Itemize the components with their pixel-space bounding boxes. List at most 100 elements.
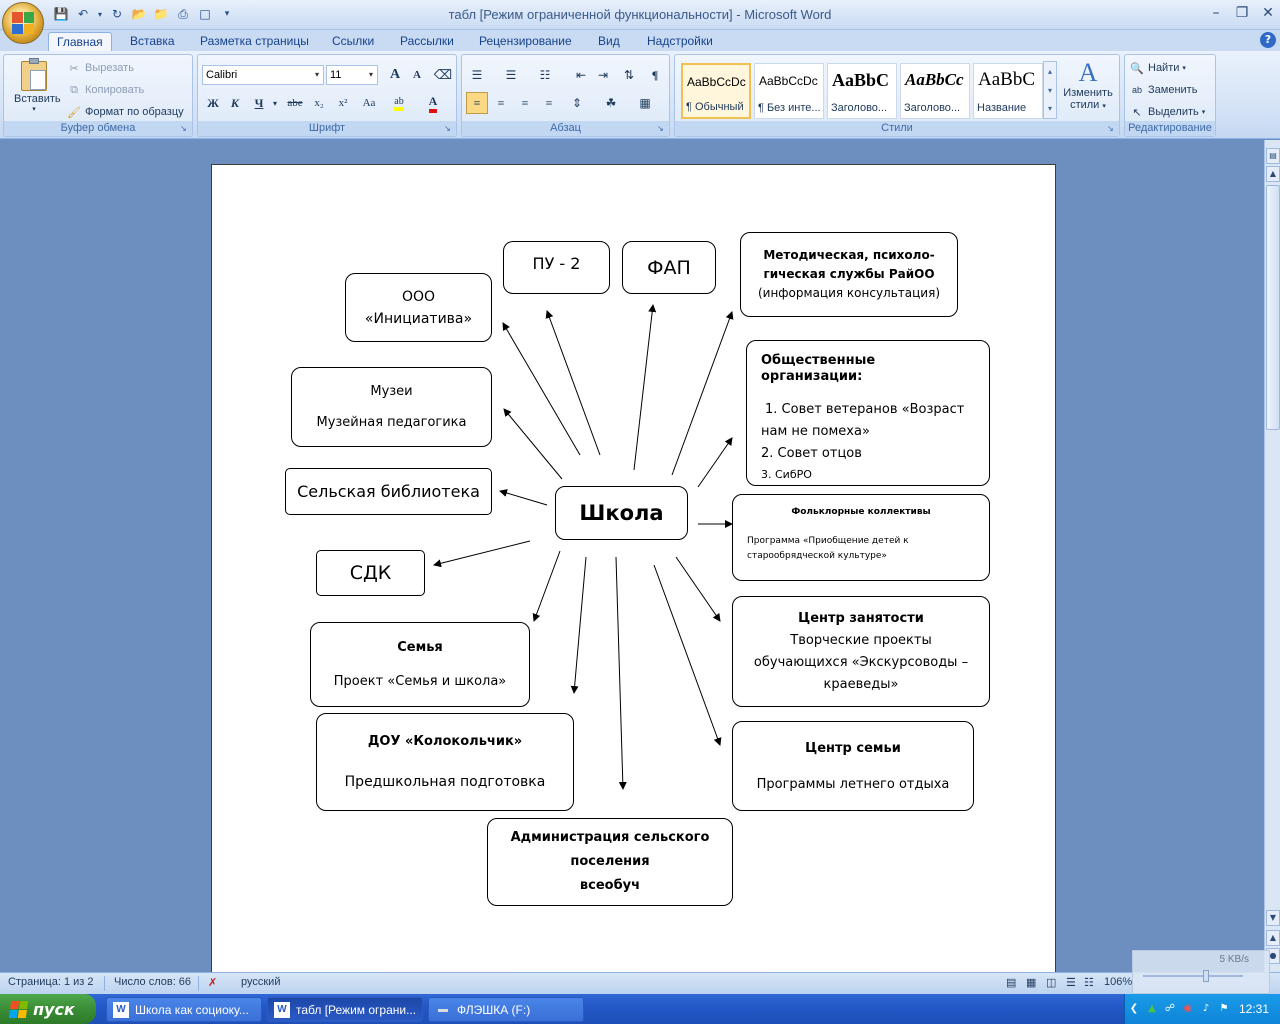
font-size-field[interactable]: 11 ▾ xyxy=(326,65,378,85)
style-heading-2[interactable]: AaBbCc Заголово... xyxy=(900,63,970,119)
shrink-font-button[interactable]: A xyxy=(406,64,428,86)
format-painter-button[interactable]: 🖌 Формат по образцу xyxy=(66,104,184,120)
align-center-icon[interactable]: ≡ xyxy=(490,92,512,114)
replace-button[interactable]: ab Заменить xyxy=(1129,82,1197,98)
subscript-button[interactable]: x₂ xyxy=(308,92,330,114)
tab-home[interactable]: Главная xyxy=(48,32,112,51)
zoom-slider-thumb[interactable] xyxy=(1203,970,1209,982)
ruler-toggle-icon[interactable]: ▤ xyxy=(1266,148,1280,164)
web-layout-icon[interactable]: ◫ xyxy=(1046,976,1056,989)
highlight-icon[interactable]: ab xyxy=(388,92,410,114)
shading-icon[interactable]: ☘ xyxy=(600,92,622,114)
print-layout-icon[interactable]: ▤ xyxy=(1006,976,1016,989)
select-button[interactable]: ↖ Выделить ▾ xyxy=(1129,104,1205,120)
chevron-down-icon[interactable]: ▾ xyxy=(270,92,280,114)
more-icon[interactable]: ▾ xyxy=(1044,100,1056,118)
node-public-orgs-item3: 3. СибРО xyxy=(761,468,812,481)
sort-icon[interactable]: ⇅ xyxy=(618,64,640,86)
bold-button[interactable]: Ж xyxy=(202,92,224,114)
paste-button[interactable]: Вставить ▾ xyxy=(14,58,61,119)
security-icon[interactable]: ⚑ xyxy=(1217,1002,1231,1016)
chevron-up-icon[interactable]: ▴ xyxy=(1044,62,1056,81)
underline-button[interactable]: Ч xyxy=(248,92,270,114)
scroll-up-icon[interactable]: ▲ xyxy=(1266,166,1280,182)
tray-expand-icon[interactable]: ❮ xyxy=(1127,1002,1141,1016)
zoom-slider-track[interactable] xyxy=(1143,975,1243,977)
taskbar-item-word-1[interactable]: W Школа как социоку... xyxy=(106,997,262,1022)
language[interactable]: русский xyxy=(241,976,280,988)
antivirus-icon[interactable]: ◉ xyxy=(1181,1002,1195,1016)
style-no-spacing[interactable]: AaBbCcDc ¶ Без инте... xyxy=(754,63,824,119)
node-admin: Администрация сельского поселения всеобу… xyxy=(487,818,733,906)
style-title[interactable]: AaBbC Название xyxy=(973,63,1043,119)
dialog-launcher-icon[interactable]: ↘ xyxy=(1107,124,1117,134)
taskbar-item-explorer[interactable]: ▬ ФЛЭШКА (F:) xyxy=(428,997,584,1022)
vertical-scrollbar[interactable]: ▤ ▲ ▼ ▲ ● xyxy=(1264,140,1280,972)
copy-button[interactable]: ⧉ Копировать xyxy=(66,82,144,98)
document-page[interactable]: Школа ООО «Инициатива» ПУ - 2 ФАП Методи… xyxy=(211,164,1056,972)
multilevel-list-icon[interactable]: ☷ xyxy=(534,64,556,86)
zoom-level[interactable]: 106% xyxy=(1104,976,1132,988)
dialog-launcher-icon[interactable]: ↘ xyxy=(444,124,454,134)
increase-indent-icon[interactable]: ⇥ xyxy=(592,64,614,86)
usb-icon[interactable]: ☍ xyxy=(1163,1002,1177,1016)
tab-page-layout[interactable]: Разметка страницы xyxy=(192,32,317,51)
draft-icon[interactable]: ☷ xyxy=(1084,976,1094,989)
line-spacing-icon[interactable]: ⇕ xyxy=(566,92,588,114)
change-styles-label-2: стили ▾ xyxy=(1059,99,1117,111)
dialog-launcher-icon[interactable]: ↘ xyxy=(180,124,190,134)
window-title: табл [Режим ограниченной функциональност… xyxy=(448,7,832,22)
tab-addins[interactable]: Надстройки xyxy=(639,32,721,51)
tab-references[interactable]: Ссылки xyxy=(324,32,382,51)
office-button[interactable] xyxy=(2,2,44,44)
minimize-icon[interactable]: – xyxy=(1203,3,1229,23)
style-normal[interactable]: AaBbCcDc ¶ Обычный xyxy=(681,63,751,119)
tab-insert[interactable]: Вставка xyxy=(122,32,183,51)
strikethrough-button[interactable]: abe xyxy=(284,92,306,114)
full-screen-reading-icon[interactable]: ▦ xyxy=(1026,976,1036,989)
node-museums-line1: Музеи xyxy=(370,384,413,399)
arrow-to-sdk xyxy=(433,540,531,568)
justify-icon[interactable]: ≡ xyxy=(538,92,560,114)
find-button[interactable]: 🔍 Найти ▾ xyxy=(1129,60,1186,76)
dialog-launcher-icon[interactable]: ↘ xyxy=(657,124,667,134)
change-styles-button[interactable]: A Изменить стили ▾ xyxy=(1059,59,1117,121)
node-family-center: Центр семьи Программы летнего отдыха xyxy=(732,721,974,811)
decrease-indent-icon[interactable]: ⇤ xyxy=(570,64,592,86)
scrollbar-thumb[interactable] xyxy=(1266,185,1280,430)
borders-icon[interactable]: ▦ xyxy=(634,92,656,114)
show-marks-icon[interactable]: ¶ xyxy=(644,64,666,86)
page-count[interactable]: Страница: 1 из 2 xyxy=(8,976,94,988)
clear-formatting-icon[interactable]: ⌫ xyxy=(432,64,454,86)
taskbar-item-word-2[interactable]: W табл [Режим ограни... xyxy=(267,997,423,1022)
scroll-down-icon[interactable]: ▼ xyxy=(1266,910,1280,926)
node-fap-label: ФАП xyxy=(647,256,691,279)
start-button[interactable]: пуск xyxy=(0,994,96,1024)
network-icon[interactable]: ▲ xyxy=(1145,1002,1159,1016)
font-color-icon[interactable]: A xyxy=(422,92,444,114)
align-left-icon[interactable]: ≡ xyxy=(466,92,488,114)
close-icon[interactable]: ✕ xyxy=(1255,3,1280,23)
tab-review[interactable]: Рецензирование xyxy=(471,32,580,51)
styles-scroll[interactable]: ▴ ▾ ▾ xyxy=(1043,61,1057,119)
tab-mailings[interactable]: Рассылки xyxy=(392,32,462,51)
bullets-icon[interactable]: ☰ xyxy=(466,64,488,86)
previous-page-icon[interactable]: ▲ xyxy=(1266,930,1280,946)
chevron-down-icon[interactable]: ▾ xyxy=(1044,81,1056,100)
change-case-button[interactable]: Aa xyxy=(356,92,382,114)
cut-button[interactable]: ✂ Вырезать xyxy=(66,60,134,76)
superscript-button[interactable]: x² xyxy=(332,92,354,114)
spellcheck-icon[interactable]: ✗ xyxy=(208,976,217,989)
style-heading-1[interactable]: AaBbC Заголово... xyxy=(827,63,897,119)
restore-icon[interactable]: ❐ xyxy=(1229,3,1255,23)
outline-icon[interactable]: ☰ xyxy=(1066,976,1076,989)
italic-button[interactable]: К xyxy=(224,92,246,114)
word-count[interactable]: Число слов: 66 xyxy=(114,976,191,988)
numbering-icon[interactable]: ☰ xyxy=(500,64,522,86)
grow-font-button[interactable]: A xyxy=(384,64,406,86)
align-right-icon[interactable]: ≡ xyxy=(514,92,536,114)
help-icon[interactable]: ? xyxy=(1260,32,1276,48)
font-name-field[interactable]: Calibri ▾ xyxy=(202,65,324,85)
tab-view[interactable]: Вид xyxy=(590,32,628,51)
speaker-icon[interactable]: ♪ xyxy=(1199,1002,1213,1016)
